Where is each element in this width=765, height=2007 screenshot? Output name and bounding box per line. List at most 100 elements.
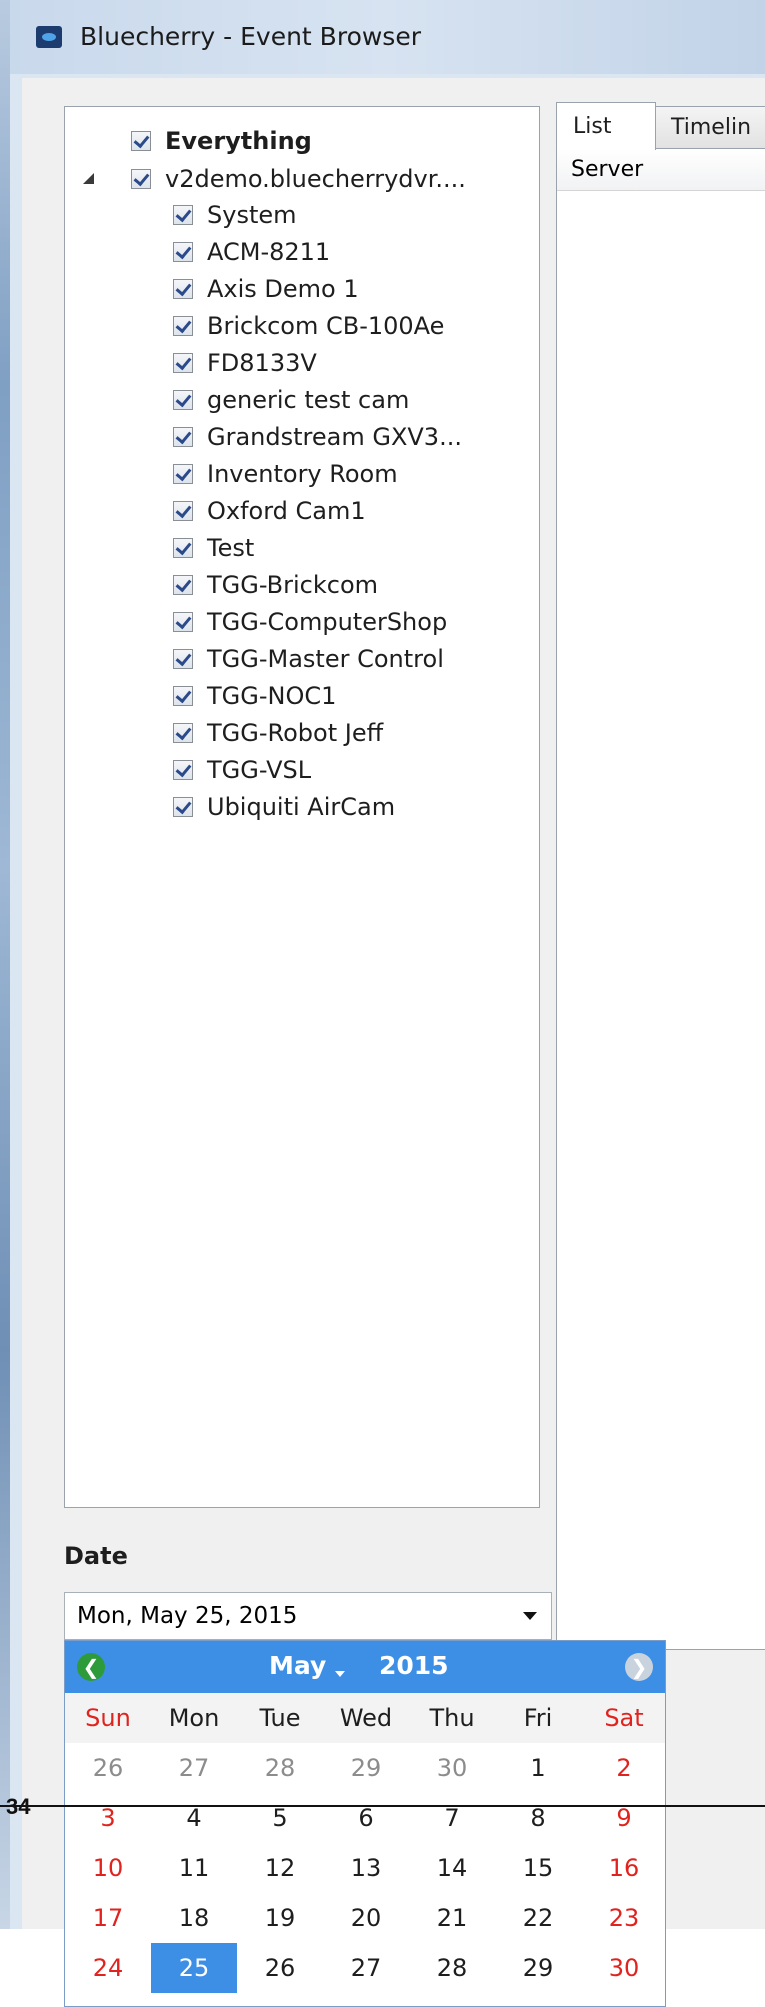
- window-client-area: Everything v2demo.bluecherrydvr.... Syst…: [22, 78, 765, 2007]
- calendar-day[interactable]: 23: [581, 1893, 665, 1943]
- dropdown-arrow-icon[interactable]: [523, 1612, 537, 1620]
- tree-item-device[interactable]: TGG-Brickcom: [173, 565, 378, 605]
- date-value: Mon, May 25, 2015: [77, 1603, 298, 1629]
- checkbox-checked[interactable]: [173, 686, 193, 706]
- tree-item-device[interactable]: TGG-ComputerShop: [173, 602, 447, 642]
- tree-item-label: Brickcom CB-100Ae: [207, 312, 445, 340]
- calendar-day[interactable]: 15: [495, 1843, 581, 1893]
- tree-item-label: Everything: [165, 127, 312, 155]
- calendar-day[interactable]: 2: [581, 1743, 665, 1793]
- event-list[interactable]: Server: [556, 148, 765, 1650]
- tab-list[interactable]: List: [556, 102, 656, 150]
- calendar-day[interactable]: 9: [581, 1793, 665, 1843]
- tree-item-label: ACM-8211: [207, 238, 331, 266]
- calendar-day[interactable]: 29: [495, 1943, 581, 1993]
- checkbox-checked[interactable]: [173, 649, 193, 669]
- checkbox-checked[interactable]: [173, 316, 193, 336]
- tree-item-device[interactable]: Inventory Room: [173, 454, 398, 494]
- tree-item-everything[interactable]: Everything: [131, 121, 312, 161]
- calendar-day[interactable]: 4: [151, 1793, 237, 1843]
- calendar-day[interactable]: 29: [323, 1743, 409, 1793]
- month-dropdown-caret-icon[interactable]: [335, 1671, 345, 1677]
- next-month-arrow-icon[interactable]: ❯: [625, 1653, 653, 1681]
- calendar-day[interactable]: 19: [237, 1893, 323, 1943]
- tree-item-label: System: [207, 201, 297, 229]
- checkbox-checked[interactable]: [173, 760, 193, 780]
- tree-item-device[interactable]: Ubiquiti AirCam: [173, 787, 395, 827]
- tree-item-device[interactable]: Grandstream GXV3...: [173, 417, 462, 457]
- date-picker-field[interactable]: Mon, May 25, 2015: [64, 1592, 552, 1640]
- calendar-day[interactable]: 10: [65, 1843, 151, 1893]
- calendar-day[interactable]: 14: [409, 1843, 495, 1893]
- calendar-day[interactable]: 6: [323, 1793, 409, 1843]
- checkbox-checked[interactable]: [131, 169, 151, 189]
- checkbox-checked[interactable]: [173, 205, 193, 225]
- calendar-month[interactable]: May: [269, 1651, 326, 1680]
- calendar-day[interactable]: 28: [409, 1943, 495, 1993]
- calendar-day[interactable]: 7: [409, 1793, 495, 1843]
- calendar-navigation: ❮ May 2015 ❯: [65, 1641, 665, 1693]
- checkbox-checked[interactable]: [173, 723, 193, 743]
- tree-item-device[interactable]: generic test cam: [173, 380, 409, 420]
- calendar-day[interactable]: 30: [581, 1943, 665, 1993]
- tree-item-device[interactable]: TGG-VSL: [173, 750, 311, 790]
- event-browser-window: Bluecherry - Event Browser Everything v2…: [10, 0, 765, 2007]
- checkbox-checked[interactable]: [173, 538, 193, 558]
- calendar-day[interactable]: 26: [65, 1743, 151, 1793]
- checkbox-checked[interactable]: [173, 279, 193, 299]
- tab-timeline[interactable]: Timelin: [654, 106, 765, 148]
- tree-item-device[interactable]: FD8133V: [173, 343, 317, 383]
- tree-item-server[interactable]: v2demo.bluecherrydvr....: [131, 159, 466, 199]
- calendar-day[interactable]: 20: [323, 1893, 409, 1943]
- tree-item-device[interactable]: Axis Demo 1: [173, 269, 359, 309]
- calendar-week-row: 24 25 26 27 28 29 30: [65, 1943, 665, 1993]
- calendar-day[interactable]: 11: [151, 1843, 237, 1893]
- calendar-day[interactable]: 12: [237, 1843, 323, 1893]
- tree-item-device[interactable]: Oxford Cam1: [173, 491, 366, 531]
- checkbox-checked[interactable]: [173, 242, 193, 262]
- calendar-day[interactable]: 18: [151, 1893, 237, 1943]
- tree-item-device[interactable]: System: [173, 195, 297, 235]
- calendar-day[interactable]: 16: [581, 1843, 665, 1893]
- tree-item-device[interactable]: Brickcom CB-100Ae: [173, 306, 444, 346]
- tree-item-device[interactable]: TGG-NOC1: [173, 676, 336, 716]
- calendar-day[interactable]: 17: [65, 1893, 151, 1943]
- tree-item-device[interactable]: Test: [173, 528, 254, 568]
- calendar-day[interactable]: 13: [323, 1843, 409, 1893]
- checkbox-checked[interactable]: [173, 797, 193, 817]
- calendar-day[interactable]: 28: [237, 1743, 323, 1793]
- calendar-day[interactable]: 30: [409, 1743, 495, 1793]
- calendar-year[interactable]: 2015: [379, 1651, 449, 1680]
- checkbox-checked[interactable]: [173, 427, 193, 447]
- calendar-day[interactable]: 24: [65, 1943, 151, 1993]
- tree-item-device[interactable]: ACM-8211: [173, 232, 330, 272]
- calendar-day[interactable]: 27: [323, 1943, 409, 1993]
- checkbox-checked[interactable]: [173, 390, 193, 410]
- checkbox-checked[interactable]: [173, 612, 193, 632]
- calendar-day[interactable]: 3: [65, 1793, 151, 1843]
- checkbox-checked[interactable]: [173, 501, 193, 521]
- calendar-day[interactable]: 21: [409, 1893, 495, 1943]
- calendar-day[interactable]: 8: [495, 1793, 581, 1843]
- previous-month-arrow-icon[interactable]: ❮: [77, 1653, 105, 1681]
- page-break-line: [0, 1805, 765, 1807]
- tree-item-device[interactable]: TGG-Master Control: [173, 639, 444, 679]
- checkbox-checked[interactable]: [173, 353, 193, 373]
- tree-item-label: TGG-NOC1: [207, 682, 337, 710]
- calendar-day[interactable]: 1: [495, 1743, 581, 1793]
- calendar-week-row: 10 11 12 13 14 15 16: [65, 1843, 665, 1893]
- calendar-day[interactable]: 22: [495, 1893, 581, 1943]
- calendar-day[interactable]: 25: [151, 1943, 237, 1993]
- title-bar[interactable]: Bluecherry - Event Browser: [10, 0, 765, 74]
- calendar-day[interactable]: 27: [151, 1743, 237, 1793]
- checkbox-checked[interactable]: [173, 464, 193, 484]
- weekday-header: Sun: [65, 1693, 151, 1743]
- tree-item-device[interactable]: TGG-Robot Jeff: [173, 713, 383, 753]
- column-header-server[interactable]: Server: [557, 149, 765, 191]
- device-tree[interactable]: Everything v2demo.bluecherrydvr.... Syst…: [64, 106, 540, 1508]
- checkbox-checked[interactable]: [131, 131, 151, 151]
- expand-arrow-icon[interactable]: [83, 173, 94, 184]
- calendar-day[interactable]: 26: [237, 1943, 323, 1993]
- checkbox-checked[interactable]: [173, 575, 193, 595]
- calendar-day[interactable]: 5: [237, 1793, 323, 1843]
